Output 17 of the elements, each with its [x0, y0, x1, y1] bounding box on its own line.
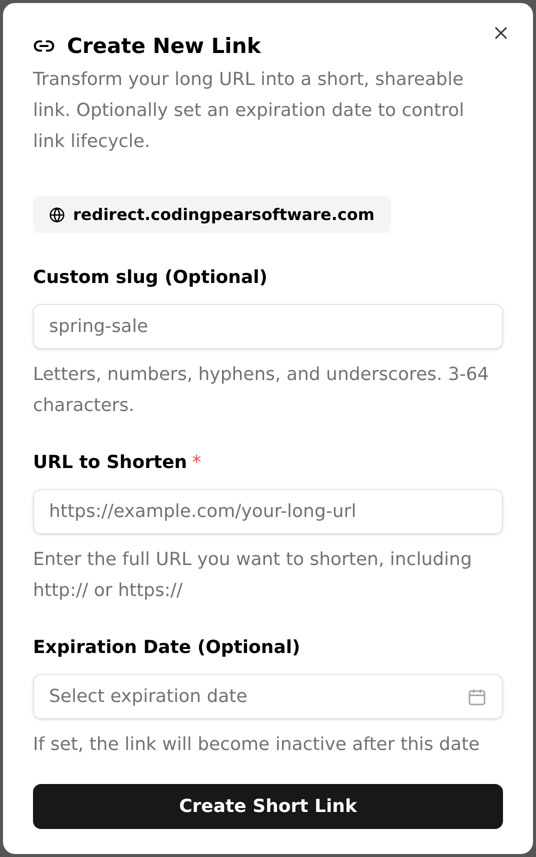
- create-short-link-button[interactable]: Create Short Link: [33, 784, 503, 829]
- field-label: Custom slug (Optional): [33, 266, 268, 290]
- input-field[interactable]: https://example.com/your-long-url: [33, 489, 503, 534]
- calendar-icon: [467, 686, 487, 706]
- help-text: Enter the full URL you want to shorten, including http:// or https://: [33, 548, 473, 603]
- globe-icon: [49, 206, 65, 222]
- input-field[interactable]: spring-sale: [33, 304, 503, 349]
- dialog-description: Transform your long URL into a short, shareable link. Optionally set an expiration date to control link lifecycle.: [33, 68, 466, 154]
- help-text: If set, the link will become inactive after this date: [33, 733, 481, 757]
- domain-text: redirect.codingpearsoftware.com: [73, 204, 375, 226]
- field-label: URL to Shorten: [33, 451, 188, 475]
- help-text: Letters, numbers, hyphens, and underscores. 3-64 characters.: [33, 363, 490, 418]
- required-mark: *: [192, 451, 202, 475]
- dialog-title: Create New Link: [67, 33, 261, 59]
- date-picker-field[interactable]: Select expiration date: [33, 674, 503, 719]
- field-label: Expiration Date (Optional): [33, 636, 300, 660]
- close-icon: [493, 25, 509, 41]
